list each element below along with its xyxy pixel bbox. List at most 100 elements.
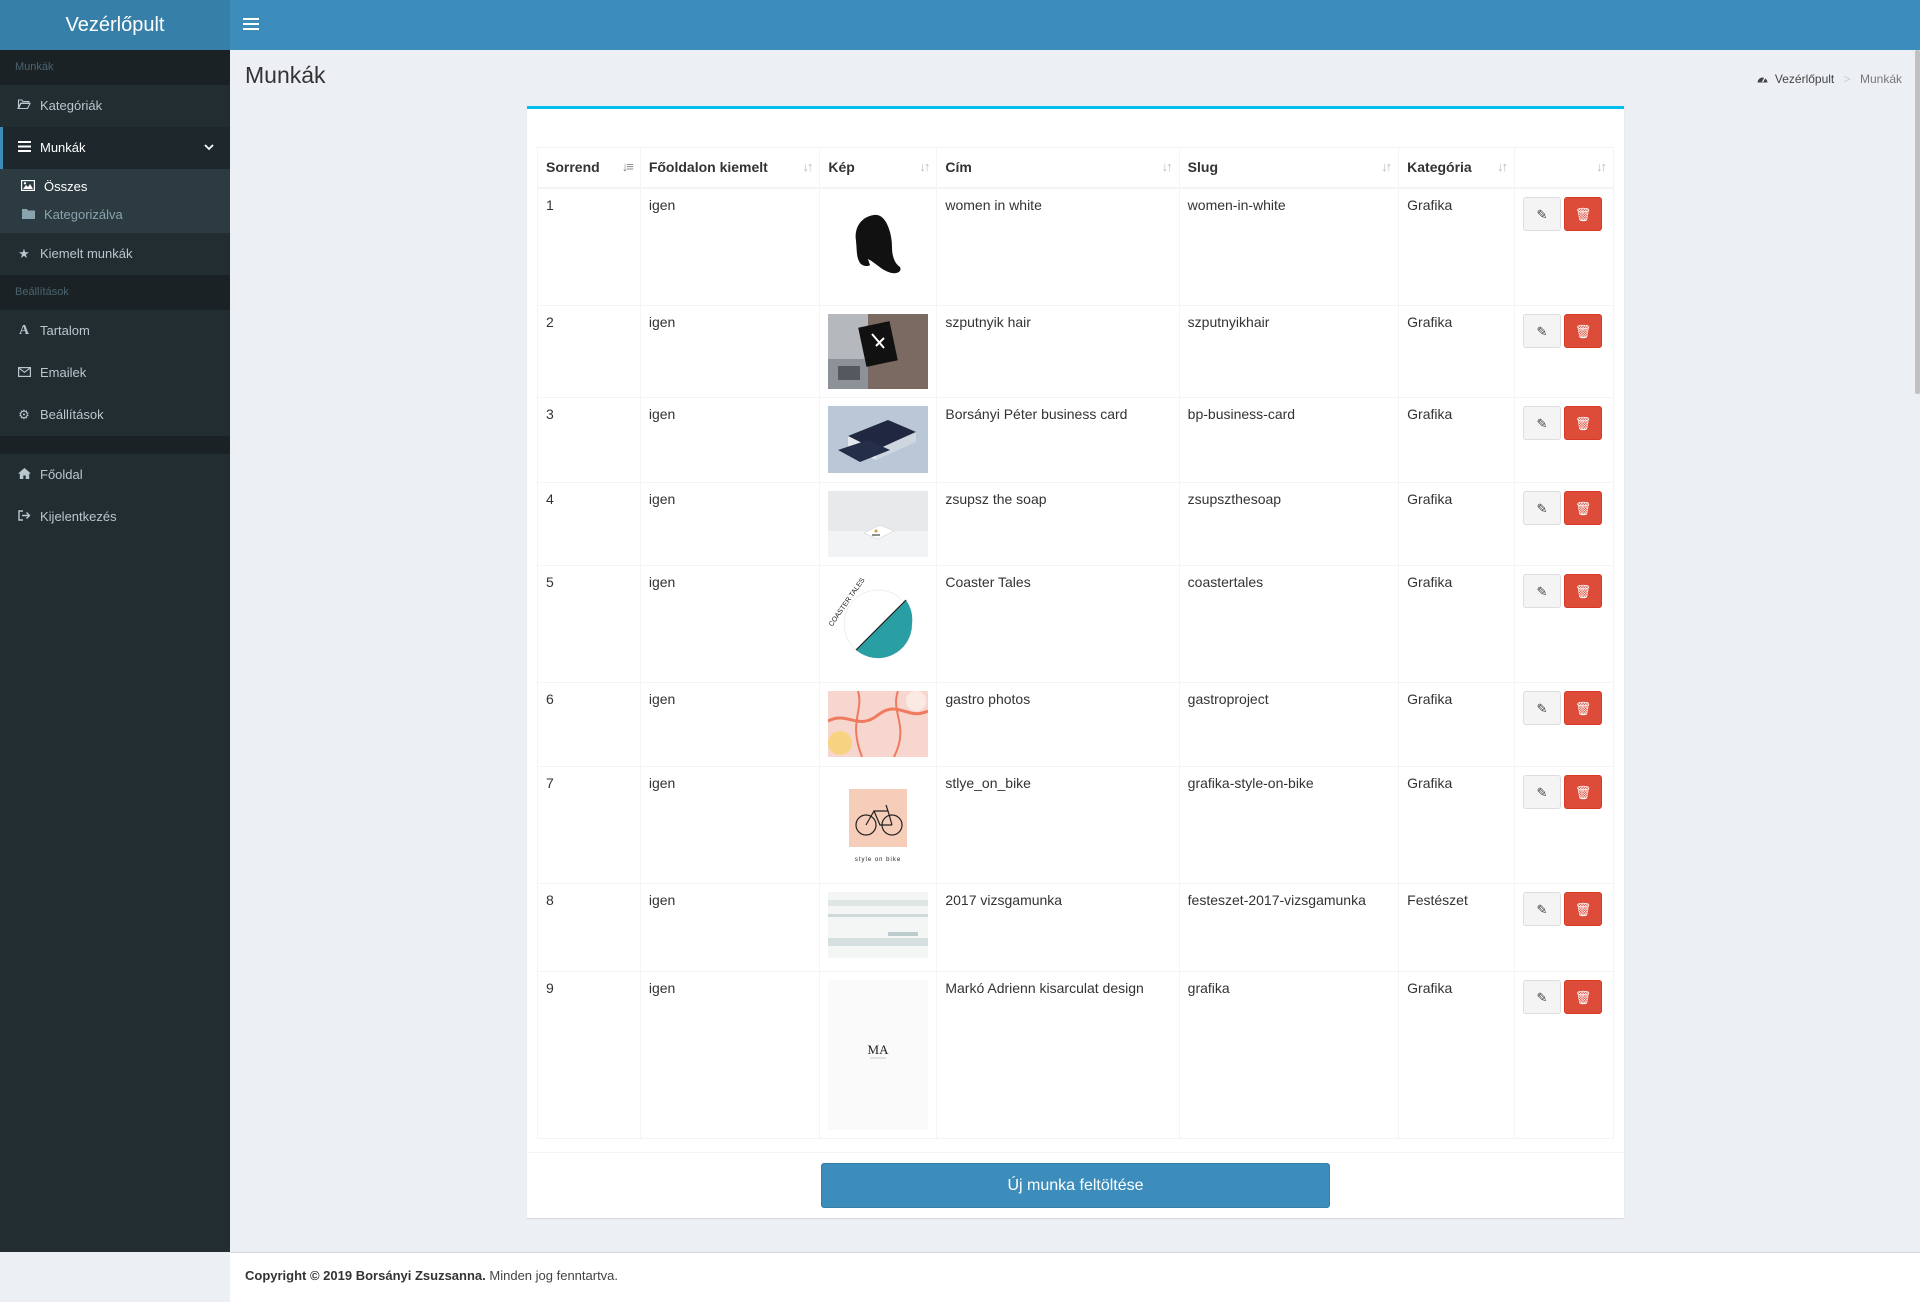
cell-featured: igen (639, 564, 821, 683)
table-header-row: Sorrend ↓≡ Főoldalon kiemelt ↓↑ Kép ↓↑ Cím ↓… (537, 147, 1614, 189)
page-scrollbar[interactable] (1915, 50, 1920, 394)
column-header-actions[interactable]: ↓↑ (1514, 147, 1614, 189)
cell-title: stlye_on_bike (936, 765, 1180, 884)
cell-title: szputnyik hair (936, 304, 1180, 398)
column-header-featured[interactable]: Főoldalon kiemelt ↓↑ (639, 147, 821, 189)
sidebar-subitem-all[interactable]: Összes (0, 173, 230, 201)
column-header-image[interactable]: Kép ↓↑ (819, 147, 938, 189)
delete-button[interactable]: 🗑 (1564, 196, 1602, 231)
sidebar-item-featured[interactable]: ★ Kiemelt munkák (0, 233, 230, 275)
sidebar-item-content[interactable]: A Tartalom (0, 310, 230, 352)
cell-actions: ✎ 🗑 (1514, 187, 1614, 306)
column-header-slug[interactable]: Slug ↓↑ (1178, 147, 1400, 189)
sort-icon: ↓↑ (1497, 159, 1508, 174)
delete-button[interactable]: 🗑 (1564, 979, 1602, 1014)
edit-button[interactable]: ✎ (1523, 573, 1561, 608)
sort-icon: ↓↑ (802, 159, 813, 174)
sidebar-item-label: Kiemelt munkák (40, 246, 133, 261)
sort-asc-icon: ↓≡ (621, 159, 634, 174)
delete-button[interactable]: 🗑 (1564, 891, 1602, 926)
cell-featured: igen (639, 396, 821, 483)
cell-category: Grafika (1398, 564, 1515, 683)
ma-logo-thumbnail: MA (828, 979, 929, 1130)
sidebar-item-works[interactable]: Munkák (0, 127, 230, 169)
edit-button[interactable]: ✎ (1523, 774, 1561, 809)
sidebar-item-categories[interactable]: Kategóriák (0, 85, 230, 127)
app-logo[interactable]: Vezérlőpult (0, 0, 230, 50)
sidebar-item-settings[interactable]: ⚙ Beállítások (0, 394, 230, 436)
coaster-tales-logo-thumbnail: COASTER TALES (828, 573, 929, 674)
pencil-icon: ✎ (1536, 500, 1548, 516)
cell-actions: ✎ 🗑 (1514, 304, 1614, 398)
works-box: Sorrend ↓≡ Főoldalon kiemelt ↓↑ Kép ↓↑ Cím ↓… (527, 106, 1624, 1218)
trash-icon: 🗑 (1574, 700, 1592, 716)
delete-button[interactable]: 🗑 (1564, 774, 1602, 809)
cell-title: Borsányi Péter business card (936, 396, 1180, 483)
sidebar-item-home[interactable]: Főoldal (0, 454, 230, 496)
edit-button[interactable]: ✎ (1523, 196, 1561, 231)
cell-title: Coaster Tales (936, 564, 1180, 683)
edit-button[interactable]: ✎ (1523, 979, 1561, 1014)
image-icon (20, 173, 36, 201)
cell-image (819, 882, 938, 972)
sidebar-item-label: Kategóriák (40, 98, 103, 113)
trash-icon: 🗑 (1574, 500, 1592, 516)
cell-slug: grafika-style-on-bike (1178, 765, 1400, 884)
list-icon (15, 127, 33, 169)
cell-order: 9 (537, 970, 641, 1139)
cell-image: style on bike (819, 765, 938, 884)
folder-open-icon (15, 85, 33, 127)
sidebar-item-logout[interactable]: Kijelentkezés (0, 496, 230, 538)
cell-category: Festészet (1398, 882, 1515, 972)
cell-actions: ✎ 🗑 (1514, 481, 1614, 566)
cell-category: Grafika (1398, 187, 1515, 306)
cell-featured: igen (639, 681, 821, 767)
cell-actions: ✎ 🗑 (1514, 396, 1614, 483)
table-row: 3 igen Borsányi Péter business card bp-b… (537, 396, 1614, 483)
sidebar-subitem-label: Összes (44, 179, 88, 194)
delete-button[interactable]: 🗑 (1564, 490, 1602, 525)
page-footer: Copyright © 2019 Borsányi Zsuzsanna. Min… (230, 1252, 1920, 1302)
sidebar-item-label: Beállítások (40, 407, 104, 422)
breadcrumb-home-link[interactable]: Vezérlőpult (1775, 72, 1834, 86)
painting-thumbnail (828, 891, 929, 958)
cell-image (819, 681, 938, 767)
cell-slug: coastertales (1178, 564, 1400, 683)
edit-button[interactable]: ✎ (1523, 313, 1561, 348)
cell-order: 6 (537, 681, 641, 767)
bike-logo-thumbnail: style on bike (828, 774, 929, 875)
sort-icon: ↓↑ (1381, 159, 1392, 174)
sidebar-item-emails[interactable]: Emailek (0, 352, 230, 394)
column-header-order[interactable]: Sorrend ↓≡ (537, 147, 641, 189)
cell-image (819, 481, 938, 566)
cell-actions: ✎ 🗑 (1514, 882, 1614, 972)
breadcrumb: Vezérlőpult > Munkák (1757, 72, 1902, 86)
sort-icon: ↓↑ (1161, 159, 1173, 174)
cell-actions: ✎ 🗑 (1514, 970, 1614, 1139)
edit-button[interactable]: ✎ (1523, 490, 1561, 525)
edit-button[interactable]: ✎ (1523, 405, 1561, 440)
column-header-category[interactable]: Kategória ↓↑ (1398, 147, 1515, 189)
cell-image (819, 187, 938, 306)
delete-button[interactable]: 🗑 (1564, 690, 1602, 725)
edit-button[interactable]: ✎ (1523, 690, 1561, 725)
cell-image: COASTER TALES (819, 564, 938, 683)
sidebar-toggle-icon[interactable] (243, 15, 259, 33)
delete-button[interactable]: 🗑 (1564, 405, 1602, 440)
footer-rights: Minden jog fenntartva. (489, 1268, 619, 1283)
trash-icon: 🗑 (1574, 415, 1592, 431)
cell-slug: zsupszthesoap (1178, 481, 1400, 566)
sidebar-subitem-categorized[interactable]: Kategorizálva (0, 201, 230, 229)
upload-new-work-button[interactable]: Új munka feltöltése (821, 1163, 1330, 1208)
column-header-title[interactable]: Cím ↓↑ (936, 147, 1180, 189)
edit-button[interactable]: ✎ (1523, 891, 1561, 926)
szputnyik-sign-thumbnail (828, 313, 929, 389)
delete-button[interactable]: 🗑 (1564, 313, 1602, 348)
sidebar-subitem-label: Kategorizálva (44, 207, 123, 222)
sidebar-item-label: Munkák (40, 140, 86, 155)
delete-button[interactable]: 🗑 (1564, 573, 1602, 608)
cell-featured: igen (639, 304, 821, 398)
cell-category: Grafika (1398, 681, 1515, 767)
pencil-icon: ✎ (1536, 901, 1548, 917)
pencil-icon: ✎ (1536, 323, 1548, 339)
